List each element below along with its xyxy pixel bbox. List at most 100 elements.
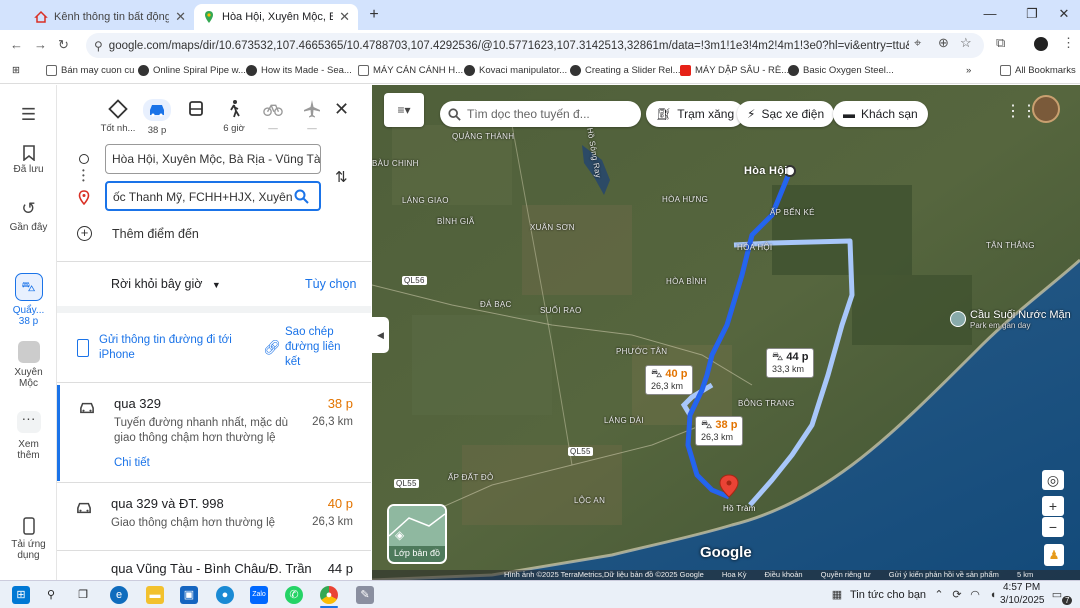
mode-drive[interactable]: 38 p [139, 99, 175, 136]
avatar[interactable] [1032, 95, 1060, 123]
site-info-icon[interactable]: ⚲ [94, 39, 103, 53]
edge-icon[interactable]: e [110, 586, 128, 604]
back-icon[interactable]: ← [10, 37, 23, 52]
bookmark-item[interactable]: MÁY DẬP SÂU - RÈ... [680, 65, 789, 76]
mode-transit[interactable] [178, 99, 214, 123]
mode-bike[interactable]: — [255, 99, 291, 134]
swap-icon[interactable]: ⇅ [335, 168, 348, 186]
poi-marker[interactable]: Cầu Suối Nước Mặn Park em gan day [950, 307, 1071, 330]
mode-best[interactable]: Tốt nh... [100, 99, 136, 134]
menu-icon[interactable]: ⋮ [1062, 35, 1075, 51]
bookmark-item[interactable]: Basic Oxygen Steel... [788, 65, 894, 76]
all-bookmarks[interactable]: All Bookmarks [1000, 65, 1076, 76]
rail-recent[interactable]: ↺ Gần đây [0, 199, 57, 233]
mode-walk[interactable]: 6 giờ [216, 99, 252, 134]
car-icon: ⛍ [14, 273, 43, 301]
mode-flight[interactable]: — [294, 99, 330, 134]
task-view-icon[interactable]: ❐ [74, 586, 92, 604]
privacy-link[interactable]: Quyền riêng tư [821, 570, 871, 579]
rail-saved[interactable]: Đã lưu [0, 145, 57, 175]
route-options-button[interactable]: Tùy chọn [305, 277, 356, 291]
route-option[interactable]: qua 329 38 p Tuyến đường nhanh nhất, mặc… [57, 385, 371, 481]
reload-icon[interactable]: ↻ [58, 37, 69, 53]
more-bookmarks-icon[interactable]: » [966, 65, 971, 76]
map-view[interactable]: ≡▾ Tìm dọc theo tuyến đ... ⛽︎ Trạm xăng ⚡… [372, 85, 1080, 580]
destination-input[interactable]: ốc Thanh Mỹ, FCHH+HJX, Xuyên Phu [105, 181, 321, 211]
car-icon [80, 402, 94, 414]
bookmark-item[interactable]: Kovaci manipulator... [464, 65, 567, 76]
close-icon[interactable]: ✕ [175, 9, 186, 25]
url-text[interactable]: google.com/maps/dir/10.673532,107.466536… [109, 40, 909, 52]
sync-icon[interactable]: ⟳ [948, 586, 966, 604]
rail-xuyen-moc[interactable]: Xuyên Mộc [0, 341, 57, 389]
origin-input[interactable]: Hòa Hội, Xuyên Mộc, Bà Rịa - Vũng Tàu, V [105, 144, 321, 174]
layer-toggle-button[interactable]: ≡▾ [384, 93, 424, 127]
minimize-icon[interactable]: — [982, 6, 998, 21]
forward-icon[interactable]: → [34, 37, 47, 52]
maximize-icon[interactable]: ❐ [1024, 6, 1040, 22]
street-view-pegman-icon[interactable]: ♟ [1044, 544, 1064, 566]
tab-maps[interactable]: Hòa Hội, Xuyên Mộc, Bà Rịa - V ✕ [194, 4, 358, 30]
hotel-chip[interactable]: ▬ Khách sạn [833, 101, 928, 127]
route-option[interactable]: qua Vũng Tàu - Bình Châu/Đ. Trần 44 p [57, 551, 371, 580]
menu-button[interactable]: ☰ [0, 105, 57, 128]
news-icon[interactable]: ▦ [828, 586, 846, 604]
app-icon[interactable]: ● [216, 586, 234, 604]
clock[interactable]: 4:57 PM [1003, 582, 1040, 593]
search-icon[interactable] [294, 189, 309, 204]
region-link[interactable]: Hoa Kỳ [722, 570, 747, 579]
apps-icon[interactable]: ⊞ [12, 65, 20, 76]
layers-button[interactable]: ◈ Lớp bản đồ [387, 504, 447, 564]
route-callout[interactable]: ⛍ 40 p 26,3 km [645, 365, 694, 395]
collapse-panel-button[interactable]: ◀ [372, 317, 389, 353]
extensions-icon[interactable]: ⧉ [996, 35, 1005, 51]
scale-bar[interactable]: 5 km [1017, 570, 1033, 579]
route-callout[interactable]: ⛍ 38 p 26,3 km [695, 416, 744, 446]
rail-get-app[interactable]: Tải ứng dụng [0, 517, 57, 561]
search-along-route-input[interactable]: Tìm dọc theo tuyến đ... [440, 101, 641, 127]
add-destination-button[interactable]: + Thêm điểm đến [77, 226, 199, 241]
date[interactable]: 3/10/2025 [1000, 595, 1045, 606]
close-window-icon[interactable]: ✕ [1056, 6, 1072, 22]
profile-icon[interactable] [1034, 37, 1048, 51]
new-tab-button[interactable]: + [364, 5, 384, 25]
bookmark-item[interactable]: Online Spiral Pipe w... [138, 65, 246, 76]
zoom-out-button[interactable]: − [1042, 517, 1064, 537]
gas-station-chip[interactable]: ⛽︎ Trạm xăng [646, 101, 745, 127]
ev-charging-chip[interactable]: ⚡︎ Sạc xe điện [737, 101, 835, 127]
windows-start-icon[interactable]: ⊞ [12, 586, 30, 604]
bookmark-item[interactable]: Creating a Slider Rel... [570, 65, 681, 76]
bookmark-item[interactable]: Bán may cuon cu [46, 65, 134, 76]
location-icon[interactable]: ⌖ [914, 35, 921, 51]
copy-link-button[interactable]: Sao chép đường liên kết [285, 325, 355, 370]
whatsapp-icon[interactable]: ✆ [285, 586, 303, 604]
news-widget[interactable]: Tin tức cho bạn [850, 589, 926, 601]
chrome-icon[interactable]: ● [320, 586, 338, 604]
close-directions-button[interactable]: ✕ [334, 99, 349, 120]
send-to-phone-link[interactable]: Gửi thông tin đường đi tới iPhone [99, 333, 249, 363]
bookmark-item[interactable]: How its Made - Sea... [246, 65, 352, 76]
terms-link[interactable]: Điều khoản [765, 570, 803, 579]
tab-real-estate[interactable]: Kênh thông tin bất động sản - ✕ [26, 4, 194, 30]
route-option[interactable]: qua 329 và ĐT. 998 40 p Giao thông chậm … [57, 485, 371, 549]
bookmark-item[interactable]: MÁY CÁN CÁNH H... [358, 65, 463, 76]
rail-more[interactable]: ··· Xem thêm [0, 411, 57, 461]
store-icon[interactable]: ▣ [180, 586, 198, 604]
address-bar[interactable]: ⚲ google.com/maps/dir/10.673532,107.4665… [86, 33, 984, 58]
route-details-link[interactable]: Chi tiết [114, 457, 150, 469]
search-icon[interactable]: ⚲ [42, 586, 60, 604]
zoom-icon[interactable]: ⊕ [938, 35, 949, 51]
rail-current-route[interactable]: ⛍ Quẩy... 38 p [0, 273, 57, 327]
star-icon[interactable]: ☆ [960, 35, 972, 51]
depart-time-dropdown[interactable]: Rời khỏi bây giờ ▼ [111, 277, 221, 291]
app-icon[interactable]: ✎ [356, 586, 374, 604]
file-explorer-icon[interactable]: ▬ [146, 586, 164, 604]
route-callout[interactable]: ⛍ 44 p 33,3 km [766, 348, 815, 378]
chevron-up-icon[interactable]: ⌃ [930, 586, 948, 604]
close-icon[interactable]: ✕ [339, 9, 350, 25]
wifi-icon[interactable]: ◠ [966, 586, 984, 604]
my-location-button[interactable]: ◎ [1042, 470, 1064, 490]
zalo-icon[interactable]: Zalo [250, 586, 268, 604]
zoom-in-button[interactable]: + [1042, 496, 1064, 516]
feedback-link[interactable]: Gửi ý kiến phản hồi về sản phẩm [889, 570, 999, 579]
